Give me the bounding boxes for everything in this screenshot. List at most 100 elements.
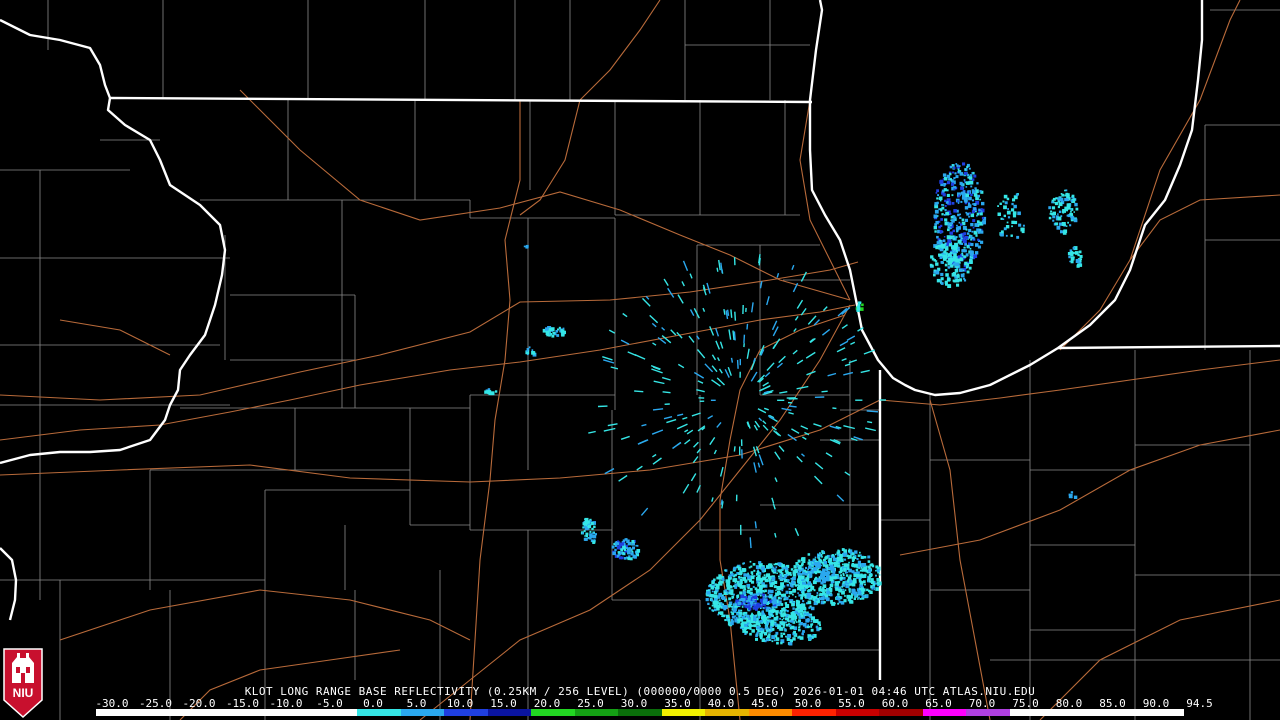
echo-pixel [940,261,944,264]
echo-pixel [733,578,738,583]
echo-pixel [622,539,626,542]
echo-pixel [777,596,781,600]
echo-pixel [781,589,784,592]
echo-pixel [806,612,810,617]
echo-pixel [812,559,815,562]
echo-pixel [1000,230,1004,234]
echo-pixel [980,240,984,244]
echo-pixel [782,621,786,625]
clutter-spoke [736,359,739,369]
echo-pixel [769,625,773,629]
echo-pixel [707,602,710,605]
echo-pixel [853,578,857,582]
echo-pixel [713,602,717,606]
echo-pixel [959,216,962,219]
echo-pixel [944,199,947,203]
echo-pixel [755,603,759,608]
echo-pixel [831,583,834,586]
echo-pixel [1050,213,1054,216]
echo-pixel [970,238,972,241]
echo-pixel [818,554,820,557]
echo-pixel [959,268,963,272]
echo-pixel [826,576,829,578]
echo-pixel [821,588,825,592]
echo-pixel [1078,250,1082,254]
echo-pixel [949,213,952,215]
echo-pixel [973,203,977,206]
echo-pixel [1070,210,1072,213]
echo-pixel [779,611,781,614]
echo-pixel [792,576,796,581]
echo-pixel [861,568,865,572]
echo-pixel [751,573,754,576]
echo-pixel [968,167,971,170]
echo-pixel [760,605,763,608]
echo-pixel [802,630,805,633]
echo-pixel [747,595,751,599]
echo-pixel [1006,210,1011,215]
echo-pixel [713,594,718,599]
echo-pixel [798,575,801,578]
echo-pixel [938,253,940,256]
echo-pixel [960,200,963,203]
scale-label: 94.5 [1186,697,1213,710]
echo-pixel [739,611,743,615]
echo-pixel [933,271,936,274]
echo-pixel [780,582,784,587]
reflectivity-color-bar [96,709,1184,716]
echo-pixel [823,561,827,565]
echo-pixel [967,232,970,235]
echo-pixel [773,563,776,566]
echo-pixel [840,574,843,577]
echo-pixel [781,613,785,618]
echo-pixel [709,584,712,587]
echo-pixel [867,555,871,559]
echo-pixel [783,628,787,631]
clutter-spoke [754,521,757,529]
echo-pixel [734,573,737,577]
echo-pixel [949,222,953,225]
echo-pixel [937,194,939,197]
echo-pixel [1018,223,1022,227]
echo-pixel [791,585,794,588]
echo-pixel [799,622,803,626]
echo-pixel [711,581,715,585]
echo-pixel [611,545,615,549]
echo-pixel [525,245,529,249]
echo-pixel [949,227,952,230]
echo-pixel [752,593,755,596]
echo-pixel [749,615,752,618]
echo-pixel [763,621,766,624]
echo-pixel [832,573,835,576]
echo-pixel [625,546,629,550]
echo-pixel [786,568,789,571]
echo-pixel [636,544,639,547]
echo-pixel [744,626,747,630]
echo-pixel [940,282,944,285]
echo-pixel [797,559,801,563]
echo-pixel [798,610,801,613]
echo-pixel [819,624,821,627]
echo-pixel [860,581,864,585]
echo-pixel [842,581,845,584]
echo-pixel [812,634,815,637]
reflectivity-scale-labels: -30.0 -25.0 -20.0 -15.0 -10.0 -5.0 0.0 5.0 10.0 1… [95,697,1212,710]
echo-pixel [810,569,813,572]
echo-pixel [785,615,787,618]
echo-pixel [997,205,999,207]
echo-pixel [814,571,818,575]
echo-pixel [724,589,727,592]
echo-pixel [726,580,728,582]
echo-pixel [777,626,780,629]
echo-pixel [854,554,857,557]
echo-pixel [1075,207,1079,211]
echo-pixel [791,617,795,621]
echo-pixel [866,588,869,592]
echo-pixel [951,272,956,277]
scale-color-segment [531,709,575,716]
echo-pixel [631,540,635,543]
echo-pixel [1022,224,1025,227]
echo-pixel [785,617,788,621]
echo-pixel [739,572,742,576]
echo-pixel [844,595,846,597]
